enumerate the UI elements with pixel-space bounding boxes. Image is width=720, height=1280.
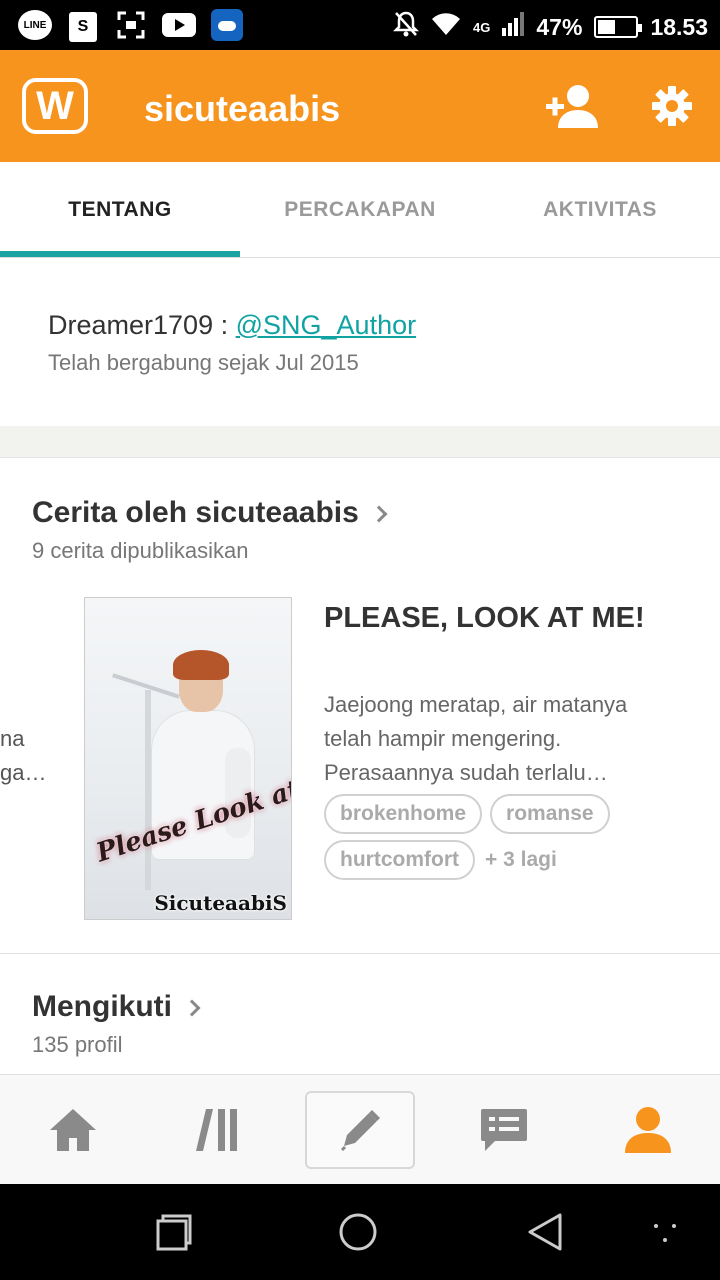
status-bar: LINE S 4G 47% 18.53	[0, 0, 720, 50]
youtube-icon	[162, 8, 196, 42]
stories-title: Cerita oleh sicuteaabis	[32, 496, 359, 529]
bottom-navigation	[0, 1074, 720, 1184]
signal-icon	[502, 12, 525, 42]
peek-line-1: na	[0, 726, 25, 751]
messages-icon[interactable]	[449, 1091, 559, 1169]
back-icon[interactable]	[526, 1212, 566, 1252]
tag-chip[interactable]: hurtcomfort	[324, 840, 475, 880]
following-count: 135 profil	[32, 1032, 123, 1057]
chevron-right-icon	[183, 999, 201, 1017]
tab-aktivitas[interactable]: AKTIVITAS	[480, 162, 720, 258]
wattpad-logo-icon[interactable]: W	[22, 78, 88, 134]
tab-percakapan[interactable]: PERCAKAPAN	[240, 162, 480, 258]
peek-line-2: ga…	[0, 760, 47, 785]
story-title[interactable]: PLEASE, LOOK AT ME!	[324, 602, 645, 635]
wifi-icon	[431, 11, 461, 43]
stories-count: 9 cerita dipublikasikan	[32, 538, 249, 563]
joined-date: Telah bergabung sejak Jul 2015	[48, 350, 359, 375]
menu-dots-icon[interactable]	[646, 1212, 686, 1252]
mute-notifications-icon	[393, 10, 420, 44]
recents-icon[interactable]	[154, 1212, 194, 1252]
chevron-right-icon	[370, 505, 388, 523]
settings-gear-icon[interactable]	[650, 84, 694, 128]
story-tags: brokenhome romanse hurtcomfort + 3 lagi	[324, 794, 704, 880]
tab-tentang[interactable]: TENTANG	[0, 162, 240, 258]
line-app-icon: LINE	[18, 8, 52, 42]
following-title: Mengikuti	[32, 990, 172, 1023]
profile-username-title: sicuteaabis	[144, 88, 341, 129]
logo-letter: W	[36, 83, 74, 128]
display-name: Dreamer1709	[48, 310, 214, 340]
battery-percent: 47%	[536, 13, 583, 40]
about-section: Dreamer1709 : @SNG_Author Telah bergabun…	[0, 258, 720, 426]
library-icon[interactable]	[162, 1091, 272, 1169]
line-label: LINE	[18, 10, 52, 40]
previous-story-peek[interactable]: na ga…	[0, 722, 46, 790]
more-tags-label[interactable]: + 3 lagi	[485, 848, 557, 872]
battery-icon	[594, 16, 643, 38]
story-cover-image[interactable]: Please Look at Me SicuteaabiS	[84, 597, 292, 920]
shopping-bag-icon: S	[66, 8, 100, 42]
following-section: Mengikuti 135 profil	[0, 954, 720, 1074]
following-header[interactable]: Mengikuti	[32, 990, 201, 1024]
cover-author-text: SicuteaabiS	[154, 891, 287, 915]
write-icon[interactable]	[305, 1091, 415, 1169]
stories-header[interactable]: Cerita oleh sicuteaabis	[32, 496, 388, 530]
follow-user-icon[interactable]	[544, 84, 602, 130]
user-identity: Dreamer1709 : @SNG_Author	[48, 310, 416, 341]
clock: 18.53	[650, 13, 708, 40]
home-icon[interactable]	[18, 1091, 128, 1169]
shop-label: S	[69, 12, 97, 42]
home-circle-icon[interactable]	[338, 1212, 378, 1252]
profile-tabs: TENTANG PERCAKAPAN AKTIVITAS	[0, 162, 720, 258]
author-handle-link[interactable]: @SNG_Author	[236, 310, 416, 340]
weather-icon	[210, 8, 244, 42]
tag-chip[interactable]: brokenhome	[324, 794, 483, 834]
app-bar: W sicuteaabis	[0, 50, 720, 162]
network-type: 4G	[473, 19, 491, 35]
system-navigation-bar	[0, 1184, 720, 1280]
section-divider	[0, 426, 720, 458]
stories-section: Cerita oleh sicuteaabis 9 cerita dipubli…	[0, 458, 720, 954]
scan-icon	[114, 8, 148, 42]
name-separator: :	[213, 310, 236, 340]
profile-icon[interactable]	[593, 1091, 703, 1169]
story-description: Jaejoong meratap, air matanya telah hamp…	[324, 692, 628, 785]
tag-chip[interactable]: romanse	[490, 794, 610, 834]
active-tab-indicator	[0, 251, 240, 257]
